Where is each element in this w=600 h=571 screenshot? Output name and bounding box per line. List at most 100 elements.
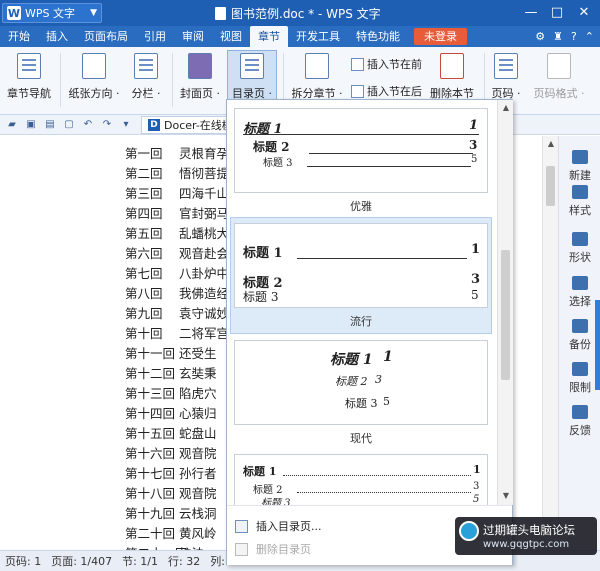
gear-icon[interactable]: ⚙ (535, 30, 545, 43)
chapter-number: 第十五回 (125, 426, 176, 441)
task-pane-accent (595, 300, 600, 390)
chapter-title: 袁守诚妙 (179, 306, 230, 321)
chapter-title: 四海千山 (179, 186, 230, 201)
toc-entry-level2: 标题 2 (253, 140, 290, 154)
document-line: 第十四回 心猿归 (125, 404, 229, 424)
gallery-scroll-thumb[interactable] (501, 250, 510, 380)
scroll-up-icon[interactable]: ▲ (545, 138, 557, 150)
print-preview-icon[interactable]: ▢ (62, 118, 76, 132)
backup-icon (572, 319, 588, 333)
chapter-number: 第十八回 (125, 486, 176, 501)
title-bar: W WPS 文字 ▼ 图书范例.doc * - WPS 文字 — □ ✕ (0, 0, 600, 26)
print-icon[interactable]: ▤ (43, 118, 57, 132)
columns-button[interactable]: 分栏 · (128, 51, 164, 109)
tab-page-layout[interactable]: 页面布局 (76, 26, 136, 47)
page-format-icon (547, 53, 571, 79)
toc-style-gallery: 标题 1 1 标题 2 3 标题 3 5 优雅 标题 1 1 标题 2 3 标题… (226, 99, 513, 565)
toc-style-elegant[interactable]: 标题 1 1 标题 2 3 标题 3 5 (234, 108, 488, 193)
toc-style-modern[interactable]: 标题 1 1 标题 2 3 标题 3 5 (234, 340, 488, 425)
side-backup-button[interactable]: 备份 (559, 319, 600, 352)
paper-direction-button[interactable]: 纸张方向 · (66, 51, 122, 109)
cover-page-button[interactable]: 封面页 · (176, 51, 224, 109)
toc-rule (309, 153, 473, 154)
toc-rule (297, 492, 471, 493)
document-line: 第三回 四海千山 (125, 184, 229, 204)
insert-after-icon (351, 84, 364, 98)
chevron-down-icon[interactable]: ▾ (119, 118, 133, 132)
toc-entry-level3: 标题 3 (345, 397, 378, 410)
gallery-scrollbar[interactable]: ▲ ▼ (497, 100, 513, 505)
chapter-number: 第八回 (125, 286, 163, 301)
app-label: WPS 文字 (25, 7, 75, 20)
app-menu-button[interactable]: W WPS 文字 ▼ (2, 3, 102, 23)
chapter-number: 第十三回 (125, 386, 176, 401)
tab-insert[interactable]: 插入 (38, 26, 76, 47)
tab-start[interactable]: 开始 (0, 26, 38, 47)
chapter-number: 第七回 (125, 266, 163, 281)
folder-icon[interactable]: ▰ (5, 118, 19, 132)
side-new-button[interactable]: 新建 (559, 150, 600, 183)
tab-features[interactable]: 特色功能 (348, 26, 408, 47)
document-line: 第五回 乱蟠桃大 (125, 224, 229, 244)
chapter-title: 官封弼马 (179, 206, 230, 221)
side-select-button[interactable]: 选择 (559, 276, 600, 309)
columns-label: 分栏 · (131, 87, 161, 100)
insert-section-before-button[interactable]: 插入节在前 (351, 56, 422, 72)
status-row: 行: 32 (168, 555, 201, 568)
tab-developer[interactable]: 开发工具 (288, 26, 348, 47)
menu-icons: ⚙ ♜ ? ⌃ (535, 30, 600, 43)
insert-toc-page-button[interactable]: 插入目录页... (235, 518, 322, 534)
chapter-number: 第十六回 (125, 446, 176, 461)
toc-style-popular[interactable]: 标题 1 1 标题 2 3 标题 3 5 (234, 223, 488, 308)
save-icon[interactable]: ▣ (24, 118, 38, 132)
toc-page-level3: 5 (471, 154, 478, 165)
chapter-number: 第二回 (125, 166, 163, 181)
document-line: 第十二回 玄奘秉 (125, 364, 229, 384)
tab-references[interactable]: 引用 (136, 26, 174, 47)
side-feedback-button[interactable]: 反馈 (559, 405, 600, 438)
shirt-icon[interactable]: ♜ (553, 30, 563, 43)
scroll-down-icon[interactable]: ▼ (500, 490, 512, 502)
vertical-scrollbar[interactable]: ▲ (542, 136, 558, 550)
close-button[interactable]: ✕ (573, 4, 595, 22)
split-section-icon (305, 53, 329, 79)
tab-sections[interactable]: 章节 (250, 26, 288, 47)
help-icon[interactable]: ? (571, 30, 577, 43)
toc-rule (307, 166, 471, 167)
login-button[interactable]: 未登录 (414, 28, 467, 45)
delete-toc-icon (235, 542, 248, 556)
columns-icon (134, 53, 158, 79)
undo-icon[interactable]: ↶ (81, 118, 95, 132)
minimize-button[interactable]: — (520, 4, 542, 22)
section-nav-label: 章节导航 (7, 87, 51, 100)
document-line: 第六回 观音赴会 (125, 244, 229, 264)
scroll-up-icon[interactable]: ▲ (500, 102, 512, 114)
toc-page-level1: 1 (473, 463, 481, 476)
tab-review[interactable]: 审阅 (174, 26, 212, 47)
delete-toc-page-button[interactable]: 删除目录页 (235, 541, 311, 557)
toc-rule (243, 134, 479, 135)
new-icon (572, 150, 588, 164)
toc-style-classic[interactable]: 标题 1 1 标题 2 3 标题 3 5 (234, 454, 488, 509)
tab-view[interactable]: 视图 (212, 26, 250, 47)
page-number-format-button[interactable]: 页码格式 · (528, 51, 590, 109)
toc-page-level3: 5 (383, 395, 390, 408)
insert-section-after-button[interactable]: 插入节在后 (351, 83, 422, 99)
side-shape-button[interactable]: 形状 (559, 232, 600, 265)
feedback-icon (572, 405, 588, 419)
side-select-label: 选择 (569, 295, 591, 308)
side-restrict-button[interactable]: 限制 (559, 362, 600, 395)
maximize-button[interactable]: □ (546, 4, 568, 22)
scroll-thumb[interactable] (546, 166, 555, 206)
wps-logo-icon: W (7, 6, 21, 20)
document-line: 第十八回 观音院 (125, 484, 229, 504)
side-style-button[interactable]: 样式 (559, 185, 600, 218)
side-new-label: 新建 (569, 169, 591, 182)
toc-page-level1: 1 (469, 118, 479, 133)
redo-icon[interactable]: ↷ (100, 118, 114, 132)
chevron-up-icon[interactable]: ⌃ (585, 30, 594, 43)
chapter-number: 第一回 (125, 146, 163, 161)
docer-tab[interactable]: D Docer-在线模 (141, 115, 240, 134)
ribbon-separator (172, 53, 173, 107)
section-nav-button[interactable]: 章节导航 (4, 51, 54, 109)
